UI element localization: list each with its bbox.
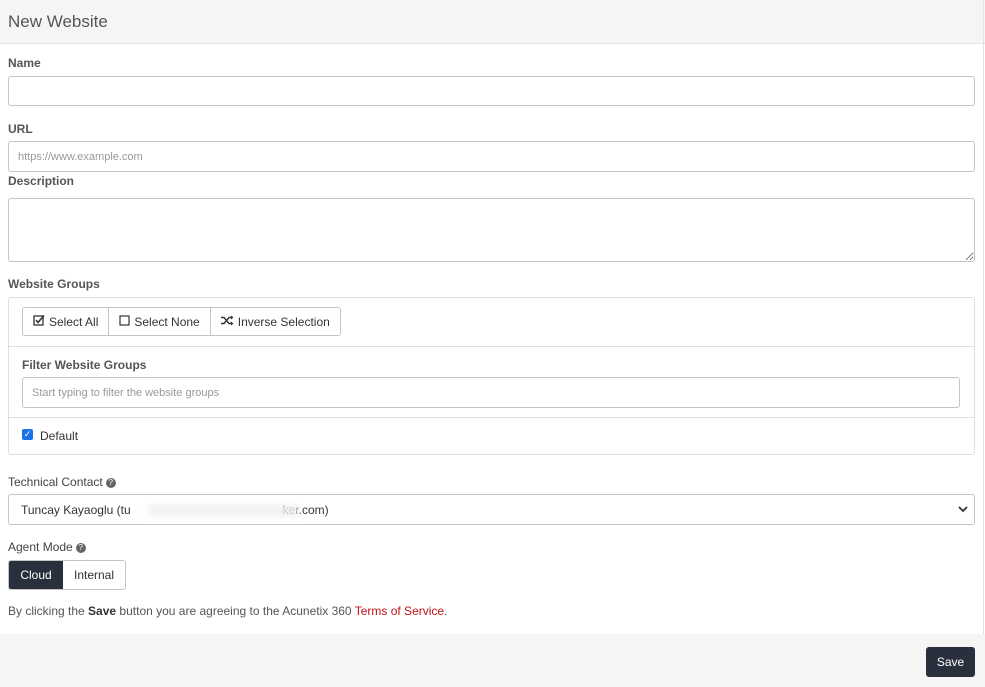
agent-mode-cloud-option[interactable]: Cloud (9, 561, 63, 589)
technical-contact-label: Technical Contact (8, 475, 103, 489)
name-input[interactable] (8, 76, 975, 106)
inverse-selection-label: Inverse Selection (237, 314, 330, 329)
technical-contact-select[interactable]: Tuncay Kayaoglu (tu ker.com) (8, 494, 975, 525)
default-group-checkbox[interactable]: ✓ (22, 429, 33, 440)
page-title: New Website (8, 12, 108, 31)
agent-mode-label-row: Agent Mode? (8, 540, 86, 554)
selection-button-group: Select All Select None Inverse Selection (22, 307, 341, 336)
description-textarea[interactable] (8, 198, 975, 262)
name-label: Name (8, 56, 41, 70)
question-circle-icon[interactable]: ? (75, 543, 86, 553)
select-all-label: Select All (49, 314, 99, 329)
select-none-label: Select None (134, 314, 200, 329)
filter-groups-label: Filter Website Groups (22, 358, 147, 372)
filter-groups-input[interactable] (22, 377, 960, 408)
terms-suffix: . (444, 604, 448, 618)
technical-contact-label-row: Technical Contact? (8, 475, 116, 489)
question-circle-icon[interactable]: ? (105, 478, 116, 488)
url-input[interactable] (8, 141, 975, 172)
redacted-email (149, 504, 299, 517)
agent-mode-label: Agent Mode (8, 540, 73, 554)
chevron-down-icon (956, 501, 970, 520)
default-group-label: Default (40, 429, 79, 443)
agent-mode-internal-option[interactable]: Internal (63, 561, 125, 589)
terms-middle: button you are agreeing to the Acunetix … (119, 604, 352, 618)
shuffle-icon (220, 315, 234, 329)
website-groups-label: Website Groups (8, 277, 100, 291)
square-icon (119, 314, 130, 329)
panel-border (983, 0, 984, 634)
terms-of-service-link[interactable]: Terms of Service (355, 604, 444, 618)
save-button[interactable]: Save (926, 647, 975, 677)
select-all-button[interactable]: Select All (23, 308, 109, 335)
terms-save-word: Save (88, 604, 117, 618)
page-header: New Website (0, 0, 985, 44)
select-none-button[interactable]: Select None (108, 308, 210, 335)
terms-notice: By clicking the Save button you are agre… (8, 604, 447, 618)
check-square-icon (33, 314, 45, 329)
form-footer (0, 634, 985, 687)
inverse-selection-button[interactable]: Inverse Selection (209, 308, 340, 335)
description-label: Description (8, 174, 75, 188)
terms-prefix: By clicking the (8, 604, 85, 618)
divider (8, 346, 975, 347)
agent-mode-toggle: Cloud Internal (8, 560, 126, 590)
contact-value-head: Tuncay Kayaoglu (tu (21, 503, 131, 517)
divider (8, 417, 975, 418)
url-label: URL (8, 122, 33, 136)
